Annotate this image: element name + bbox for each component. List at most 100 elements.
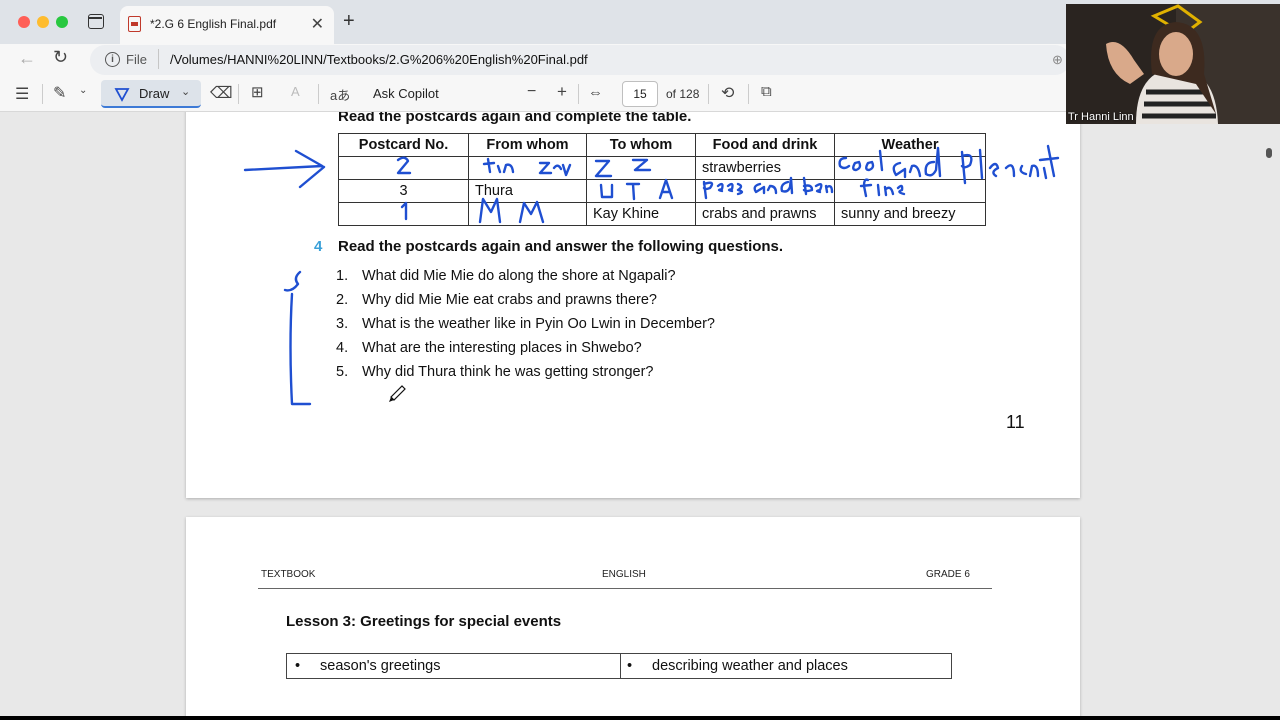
table-cell (695, 179, 835, 203)
table-cell (338, 156, 469, 180)
question-text: Why did Thura think he was getting stron… (362, 364, 654, 380)
pdf-file-icon (128, 16, 141, 32)
table-cell: 3 (338, 179, 469, 203)
question-item: 4. What are the interesting places in Shw… (336, 340, 642, 356)
page-total-label: of 128 (666, 87, 700, 101)
lesson-title: Lesson 3: Greetings for special events (286, 613, 562, 630)
text-format-icon: A (291, 84, 300, 99)
running-header-left: TEXTBOOK (261, 569, 316, 580)
tab-close-icon[interactable]: ✕ (311, 14, 324, 34)
eraser-icon[interactable]: ⌫ (210, 83, 233, 103)
question-item: 1. What did Mie Mie do along the shore at… (336, 268, 676, 284)
highlight-icon[interactable]: ✎ (53, 83, 66, 103)
table-cell (586, 179, 696, 203)
table-row: Kay Khine crabs and prawns sunny and bre… (338, 202, 986, 226)
table-cell (834, 156, 986, 180)
webcam-overlay: Tr Hanni Linn (1066, 4, 1280, 124)
table-header: Weather (834, 133, 986, 157)
zoom-icon[interactable]: ⊕ (1052, 52, 1063, 68)
url-scheme-label: File (126, 52, 147, 67)
table-header-row: Postcard No. From whom To whom Food and … (338, 133, 986, 157)
question-number: 4. (336, 340, 349, 356)
toolbar-divider (708, 84, 709, 104)
url-divider (158, 49, 159, 69)
draw-label: Draw (139, 86, 170, 101)
back-icon[interactable]: ← (18, 48, 36, 69)
pdf-page-11: Read the postcards again and complete th… (186, 112, 1080, 498)
scrollbar-thumb[interactable] (1266, 148, 1272, 158)
exercise-instruction: Read the postcards again and answer the … (338, 238, 784, 255)
table-cell: Kay Khine (586, 202, 696, 226)
window-minimize-button[interactable] (37, 16, 49, 28)
table-cell: strawberries (695, 156, 835, 180)
bullet-icon: • (295, 658, 301, 674)
toolbar-divider (318, 84, 319, 104)
toolbar-divider (42, 84, 43, 104)
page-view-icon[interactable]: ⧉ (761, 83, 772, 100)
sidebar-toggle-icon[interactable] (88, 14, 104, 29)
toolbar-divider (578, 84, 579, 104)
lesson-topic: season's greetings (320, 658, 441, 674)
postcard-table: Postcard No. From whom To whom Food and … (338, 133, 986, 226)
running-header-center: ENGLISH (602, 569, 646, 580)
presenter-name-label: Tr Hanni Linn (1068, 111, 1134, 123)
draw-dropdown-icon[interactable]: ⌄ (181, 85, 190, 98)
highlight-dropdown-icon[interactable]: ⌄ (79, 85, 87, 96)
question-text: What is the weather like in Pyin Oo Lwin… (362, 316, 715, 332)
question-text: Why did Mie Mie eat crabs and prawns the… (362, 292, 657, 308)
pdf-viewer[interactable]: Read the postcards again and complete th… (0, 112, 1280, 716)
header-rule (258, 588, 992, 589)
ask-copilot-button[interactable]: Ask Copilot (373, 86, 439, 101)
new-tab-icon[interactable]: + (343, 10, 355, 33)
fit-page-icon[interactable]: ⇔ (588, 84, 603, 101)
url-field[interactable]: i File /Volumes/HANNI%20LINN/Textbooks/2… (90, 45, 1070, 75)
cell-divider (620, 654, 621, 678)
tab-title: *2.G 6 English Final.pdf (150, 17, 277, 31)
question-number: 2. (336, 292, 349, 308)
zoom-in-button[interactable]: + (557, 82, 567, 102)
table-cell (338, 202, 469, 226)
table-cell (468, 202, 587, 226)
table-header: Postcard No. (338, 133, 469, 157)
draw-pen-icon (114, 88, 130, 102)
table-cell: Thura (468, 179, 587, 203)
question-item: 2. Why did Mie Mie eat crabs and prawns t… (336, 292, 657, 308)
table-instruction: Read the postcards again and complete th… (338, 112, 692, 125)
window-close-button[interactable] (18, 16, 30, 28)
question-number: 1. (336, 268, 349, 284)
presenter-video-icon (1066, 4, 1280, 124)
toolbar-divider (238, 84, 239, 104)
text-box-icon[interactable]: ⊞ (251, 83, 264, 101)
table-header: To whom (586, 133, 696, 157)
table-row: 3 Thura (338, 179, 986, 203)
table-cell (834, 179, 986, 203)
info-icon[interactable]: i (105, 52, 120, 67)
rotate-icon[interactable]: ⟲ (721, 83, 734, 103)
lesson-topics-box: • season's greetings • describing weathe… (286, 653, 952, 679)
lesson-topic: describing weather and places (652, 658, 848, 674)
reload-icon[interactable]: ↻ (53, 47, 68, 68)
question-item: 5. Why did Thura think he was getting str… (336, 364, 654, 380)
pdf-page-12: TEXTBOOK ENGLISH GRADE 6 Lesson 3: Greet… (186, 517, 1080, 716)
read-aloud-icon[interactable]: aあ (330, 85, 350, 104)
table-cell (586, 156, 696, 180)
page-number: 11 (1006, 412, 1025, 432)
toolbar-divider (748, 84, 749, 104)
zoom-out-button[interactable]: − (527, 83, 536, 101)
tab-pdf[interactable]: *2.G 6 English Final.pdf ✕ (120, 6, 334, 44)
question-number: 3. (336, 316, 349, 332)
table-cell: crabs and prawns (695, 202, 835, 226)
page-number-input[interactable]: 15 (622, 81, 658, 107)
contents-list-icon[interactable]: ☰ (15, 84, 29, 104)
bullet-icon: • (627, 658, 633, 674)
question-item: 3. What is the weather like in Pyin Oo Lw… (336, 316, 715, 332)
question-text: What are the interesting places in Shweb… (362, 340, 642, 356)
question-text: What did Mie Mie do along the shore at N… (362, 268, 676, 284)
window-zoom-button[interactable] (56, 16, 68, 28)
running-header-right: GRADE 6 (926, 569, 970, 580)
table-row: strawberries (338, 156, 986, 180)
draw-button[interactable]: Draw ⌄ (101, 80, 201, 108)
table-header: Food and drink (695, 133, 835, 157)
url-text[interactable]: /Volumes/HANNI%20LINN/Textbooks/2.G%206%… (170, 52, 588, 67)
table-cell: sunny and breezy (834, 202, 986, 226)
